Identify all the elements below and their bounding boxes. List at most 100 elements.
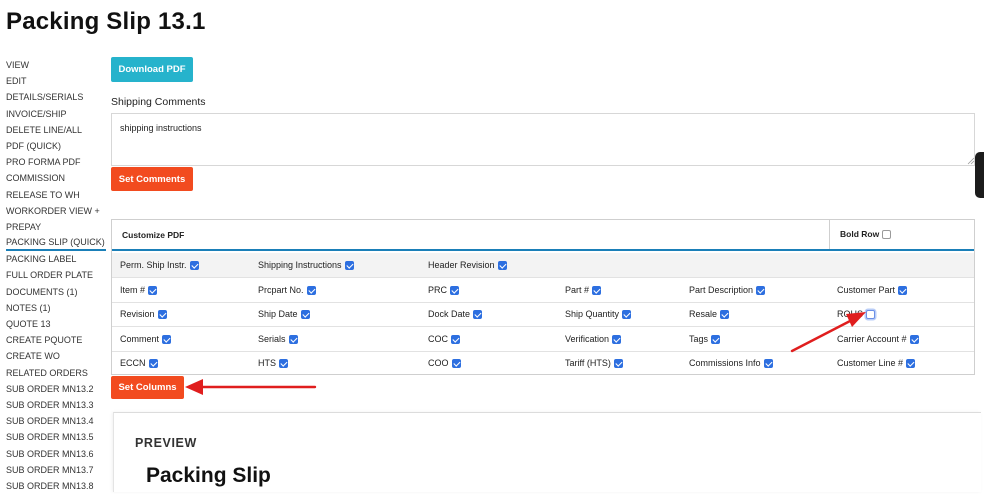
sidebar-item[interactable]: DOCUMENTS (1) xyxy=(6,284,106,300)
column-option-checkbox[interactable] xyxy=(909,334,919,344)
column-option[interactable]: Perm. Ship Instr. xyxy=(120,260,199,270)
column-option-checkbox[interactable] xyxy=(612,334,622,344)
column-option[interactable]: Resale xyxy=(689,309,730,319)
column-option[interactable]: Header Revision xyxy=(428,260,507,270)
download-pdf-button[interactable]: Download PDF xyxy=(111,57,193,82)
sidebar-item[interactable]: INVOICE/SHIP xyxy=(6,106,106,122)
sidebar-item[interactable]: PREPAY xyxy=(6,219,106,235)
sidebar-item[interactable]: QUOTE 13 xyxy=(6,316,106,332)
column-option-label: Perm. Ship Instr. xyxy=(120,260,187,270)
column-option-label: Comment xyxy=(120,334,160,344)
column-option-checkbox[interactable] xyxy=(497,260,507,270)
column-option[interactable]: Comment xyxy=(120,334,172,344)
column-option[interactable]: ROHS xyxy=(837,309,876,319)
sidebar-item[interactable]: SUB ORDER MN13.8 xyxy=(6,478,106,494)
column-option-checkbox[interactable] xyxy=(763,358,773,368)
column-option[interactable]: Ship Date xyxy=(258,309,310,319)
column-option[interactable]: Commissions Info xyxy=(689,358,773,368)
column-option[interactable]: Carrier Account # xyxy=(837,334,919,344)
column-option[interactable]: Tags xyxy=(689,334,721,344)
column-option[interactable]: Revision xyxy=(120,309,167,319)
side-drawer-tab[interactable] xyxy=(975,152,984,198)
sidebar-item[interactable]: COMMISSION xyxy=(6,170,106,186)
column-option[interactable]: COO xyxy=(428,358,461,368)
column-option-checkbox[interactable] xyxy=(148,358,158,368)
column-option[interactable]: Ship Quantity xyxy=(565,309,632,319)
column-option[interactable]: Customer Line # xyxy=(837,358,916,368)
sidebar-item[interactable]: SUB ORDER MN13.6 xyxy=(6,446,106,462)
column-option-checkbox[interactable] xyxy=(906,358,916,368)
column-option-checkbox[interactable] xyxy=(898,285,908,295)
column-option-checkbox[interactable] xyxy=(157,309,167,319)
column-option-checkbox[interactable] xyxy=(451,334,460,344)
column-option-checkbox[interactable] xyxy=(622,309,632,319)
sidebar-item[interactable]: SUB ORDER MN13.2 xyxy=(6,381,106,397)
sidebar-item[interactable]: SUB ORDER MN13.5 xyxy=(6,429,106,445)
column-option[interactable]: Prcpart No. xyxy=(258,285,316,295)
column-option-label: Part # xyxy=(565,285,590,295)
column-option[interactable]: Dock Date xyxy=(428,309,483,319)
column-option-checkbox[interactable] xyxy=(756,285,766,295)
sidebar-item[interactable]: WORKORDER VIEW + xyxy=(6,203,106,219)
column-option-checkbox[interactable] xyxy=(288,334,298,344)
column-option-checkbox[interactable] xyxy=(189,260,199,270)
column-option[interactable]: Part # xyxy=(565,285,602,295)
bold-row-option[interactable]: Bold Row xyxy=(840,229,892,239)
resize-grip-icon[interactable] xyxy=(967,155,975,165)
set-comments-button[interactable]: Set Comments xyxy=(111,167,193,191)
sidebar-item[interactable]: DETAILS/SERIALS xyxy=(6,89,106,105)
column-option-checkbox[interactable] xyxy=(451,358,461,368)
column-option-checkbox[interactable] xyxy=(300,309,310,319)
sidebar-item[interactable]: PACKING LABEL xyxy=(6,251,106,267)
sidebar-item[interactable]: CREATE PQUOTE xyxy=(6,332,106,348)
column-option[interactable]: Verification xyxy=(565,334,622,344)
column-option[interactable]: Serials xyxy=(258,334,298,344)
sidebar-item[interactable]: FULL ORDER PLATE xyxy=(6,267,106,283)
customize-row: Comment Serials COC Verification Tags Carrier… xyxy=(112,327,974,352)
sidebar-item[interactable]: SUB ORDER MN13.4 xyxy=(6,413,106,429)
sidebar-item[interactable]: PRO FORMA PDF xyxy=(6,154,106,170)
column-option[interactable]: Item # xyxy=(120,285,158,295)
sidebar-item[interactable]: RELATED ORDERS xyxy=(6,365,106,381)
column-option[interactable]: HTS xyxy=(258,358,288,368)
column-option-checkbox[interactable] xyxy=(162,334,172,344)
column-option-checkbox[interactable] xyxy=(450,285,460,295)
column-option-label: ECCN xyxy=(120,358,146,368)
column-option-label: COC xyxy=(428,334,448,344)
sidebar-item[interactable]: CREATE WO xyxy=(6,348,106,364)
column-option-checkbox[interactable] xyxy=(279,358,288,368)
column-option-label: Dock Date xyxy=(428,309,471,319)
column-option-checkbox[interactable] xyxy=(306,285,316,295)
bold-row-label: Bold Row xyxy=(840,229,880,239)
column-option[interactable]: PRC xyxy=(428,285,460,295)
shipping-comments-input[interactable] xyxy=(111,113,975,166)
column-option[interactable]: ECCN xyxy=(120,358,158,368)
column-option[interactable]: COC xyxy=(428,334,460,344)
column-option-checkbox[interactable] xyxy=(148,285,158,295)
sidebar-item[interactable]: SUB ORDER MN13.3 xyxy=(6,397,106,413)
set-columns-button[interactable]: Set Columns xyxy=(111,376,184,399)
sidebar-item[interactable]: NOTES (1) xyxy=(6,300,106,316)
sidebar-item[interactable]: EDIT xyxy=(6,73,106,89)
sidebar-item[interactable]: VIEW xyxy=(6,57,106,73)
sidebar-item[interactable]: DELETE LINE/ALL xyxy=(6,122,106,138)
column-option-label: Ship Quantity xyxy=(565,309,620,319)
sidebar-item[interactable]: RELEASE TO WH xyxy=(6,187,106,203)
column-option-checkbox[interactable] xyxy=(711,334,721,344)
bold-row-checkbox[interactable] xyxy=(882,229,892,239)
sidebar-item[interactable]: SUB ORDER MN13.7 xyxy=(6,462,106,478)
column-option-label: Prcpart No. xyxy=(258,285,304,295)
column-option[interactable]: Tariff (HTS) xyxy=(565,358,623,368)
column-option[interactable]: Customer Part xyxy=(837,285,908,295)
column-option-checkbox[interactable] xyxy=(613,358,623,368)
column-option-checkbox[interactable] xyxy=(344,260,354,270)
column-option-checkbox[interactable] xyxy=(592,285,602,295)
column-option-label: Customer Line # xyxy=(837,358,904,368)
column-option[interactable]: Part Description xyxy=(689,285,766,295)
column-option-checkbox[interactable] xyxy=(866,309,876,319)
column-option-checkbox[interactable] xyxy=(720,309,730,319)
column-option[interactable]: Shipping Instructions xyxy=(258,260,354,270)
sidebar-item[interactable]: PACKING SLIP (QUICK) xyxy=(6,235,106,252)
column-option-checkbox[interactable] xyxy=(473,309,483,319)
sidebar-item[interactable]: PDF (QUICK) xyxy=(6,138,106,154)
